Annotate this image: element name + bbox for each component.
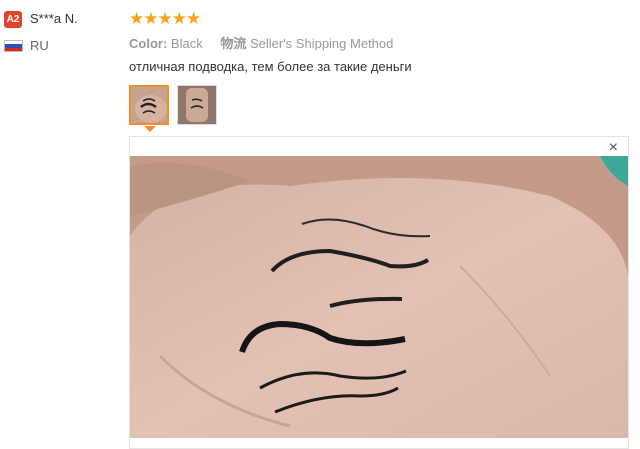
review-text: отличная подводка, тем более за такие де… bbox=[129, 59, 412, 74]
close-icon[interactable]: × bbox=[609, 140, 618, 156]
reviewer-country: RU bbox=[30, 38, 49, 53]
review-image-thumb-2[interactable] bbox=[177, 85, 217, 125]
level-badge: A2 bbox=[4, 11, 22, 28]
shipping-value: Seller's Shipping Method bbox=[249, 36, 394, 51]
selected-thumb-indicator bbox=[144, 126, 156, 132]
review-image-thumb-1[interactable] bbox=[129, 85, 169, 125]
star-rating: ★★★★★ bbox=[129, 9, 201, 28]
review-meta: Color: Black 物流 Seller's Shipping Method bbox=[129, 33, 393, 52]
color-value: Black bbox=[170, 36, 203, 51]
shipping-label: 物流 bbox=[220, 36, 247, 51]
russia-flag-icon bbox=[4, 40, 23, 52]
image-viewer: × bbox=[129, 136, 629, 449]
review-photo bbox=[130, 156, 628, 438]
reviewer-name: S***a N. bbox=[30, 11, 78, 26]
color-label: Color: bbox=[129, 36, 168, 51]
